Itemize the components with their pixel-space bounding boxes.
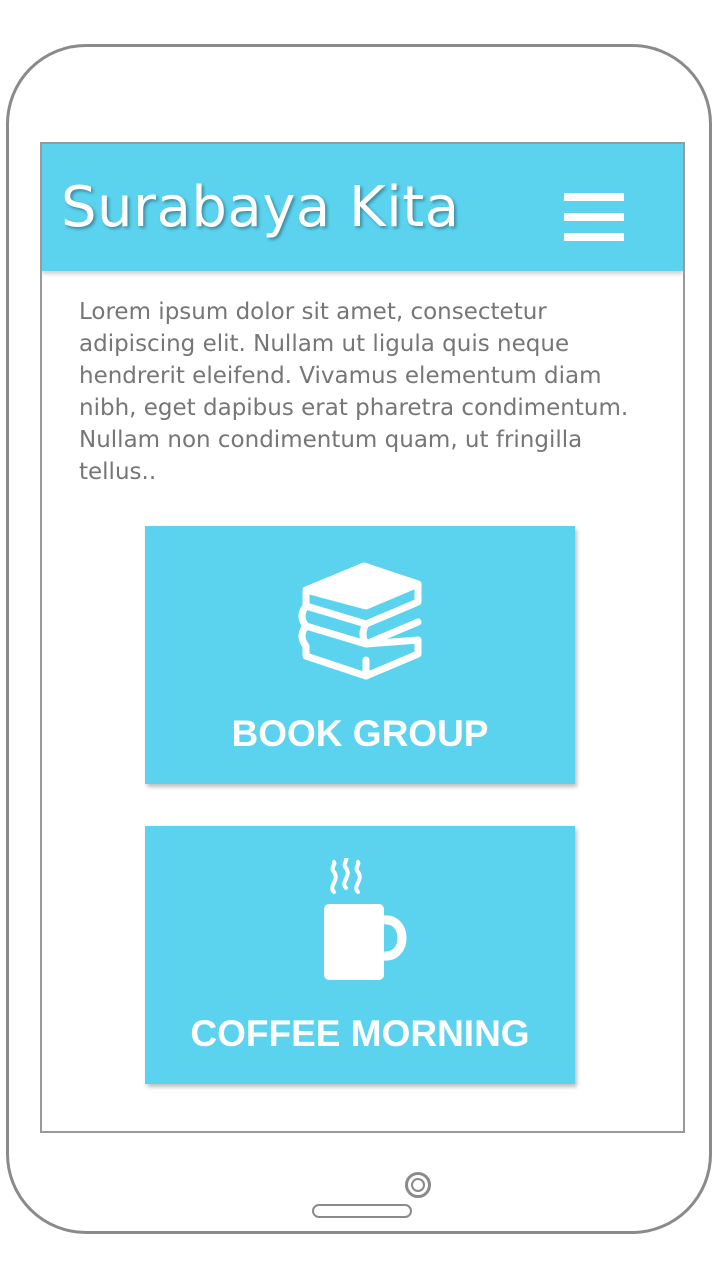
device-speaker-grille [312, 1204, 412, 1218]
book-group-button[interactable]: BOOK GROUP [145, 526, 575, 784]
hamburger-menu-icon[interactable] [562, 190, 626, 244]
book-group-label: BOOK GROUP [231, 713, 489, 754]
coffee-mug-icon [324, 858, 407, 980]
menu-bar-middle [564, 213, 624, 221]
coffee-morning-label: COFFEE MORNING [190, 1013, 530, 1054]
menu-bar-top [564, 193, 624, 201]
app-title: Surabaya Kita [61, 175, 460, 240]
device-home-button[interactable] [405, 1172, 431, 1198]
menu-bar-bottom [564, 233, 624, 241]
intro-paragraph: Lorem ipsum dolor sit amet, consectetur … [79, 299, 629, 485]
app-header: Surabaya Kita [42, 144, 683, 271]
app-screen: Surabaya Kita Lorem ipsum dolor sit amet… [40, 142, 685, 1133]
coffee-morning-button[interactable]: COFFEE MORNING [145, 826, 575, 1084]
books-icon [298, 562, 422, 680]
